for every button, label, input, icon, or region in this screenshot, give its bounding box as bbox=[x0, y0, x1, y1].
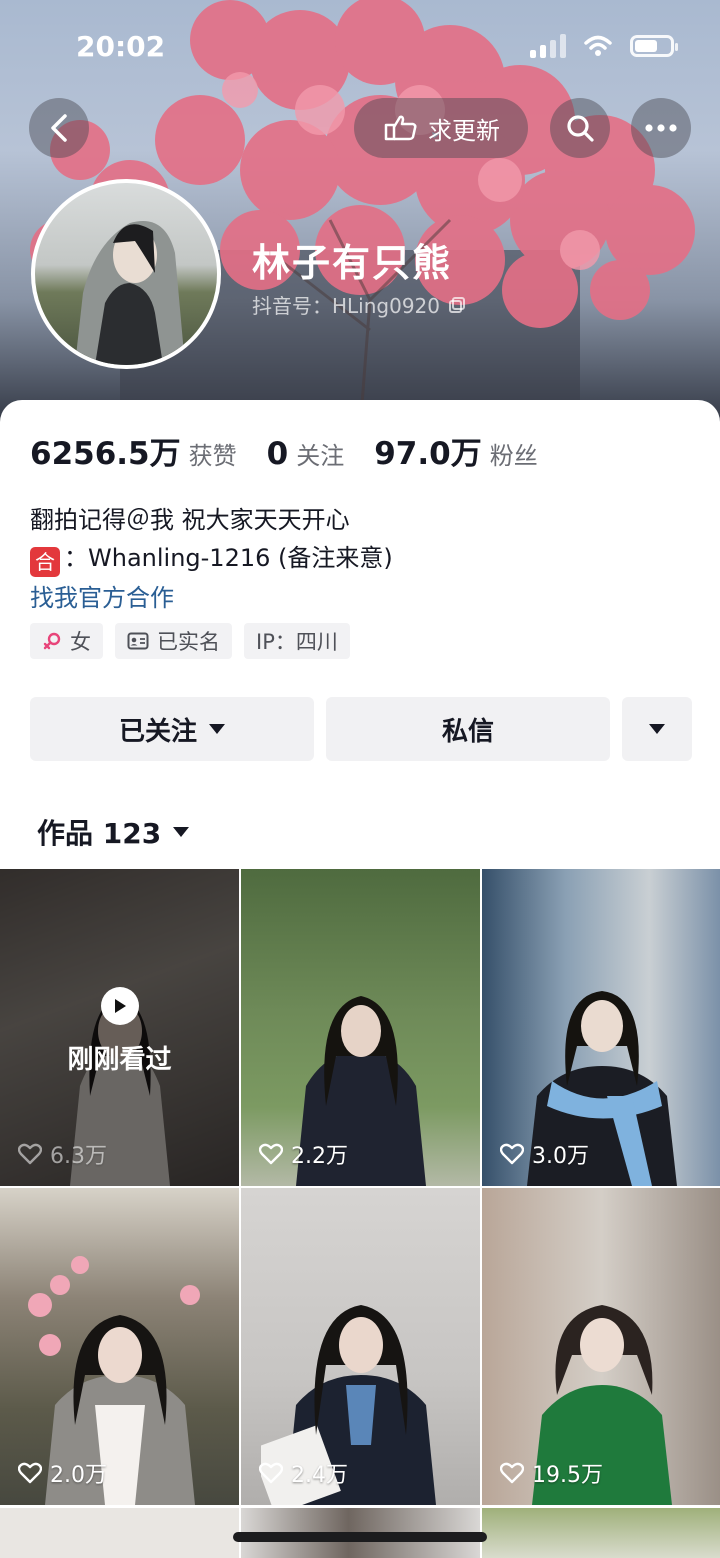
avatar-photo bbox=[75, 221, 185, 365]
request-update-button[interactable]: 求更新 bbox=[354, 98, 528, 158]
douyin-id[interactable]: 抖音号：HLing0920 bbox=[252, 290, 466, 319]
following-count[interactable]: 0 bbox=[267, 436, 289, 472]
watched-label: 刚刚看过 bbox=[67, 1045, 172, 1075]
verified-tag: 已实名 bbox=[115, 623, 232, 659]
like-count-text: 2.2万 bbox=[291, 1144, 348, 1169]
search-button[interactable] bbox=[550, 98, 610, 158]
watched-indicator: 刚刚看过 bbox=[0, 987, 239, 1076]
works-label: 作品 123 bbox=[37, 817, 162, 850]
avatar[interactable] bbox=[31, 179, 221, 369]
likes-label: 获赞 bbox=[188, 442, 237, 470]
followed-label: 已关注 bbox=[118, 716, 197, 747]
play-icon bbox=[100, 987, 139, 1025]
heart-icon bbox=[259, 1462, 283, 1484]
ip-tag: IP：四川 bbox=[244, 623, 350, 659]
status-icons bbox=[530, 34, 678, 58]
video-tile[interactable] bbox=[0, 1508, 239, 1558]
more-dots-icon bbox=[645, 124, 677, 132]
like-count: 19.5万 bbox=[500, 1457, 603, 1489]
search-icon bbox=[567, 115, 594, 142]
video-tile[interactable]: 2.0万 bbox=[0, 1188, 239, 1505]
gender-text: 女 bbox=[70, 630, 91, 654]
video-tile[interactable]: 2.2万 bbox=[241, 869, 480, 1186]
chevron-left-icon bbox=[51, 114, 67, 142]
heart-icon bbox=[500, 1462, 524, 1484]
like-count-text: 2.0万 bbox=[50, 1463, 107, 1488]
battery-icon bbox=[630, 35, 678, 57]
video-tile[interactable]: 3.0万 bbox=[482, 869, 720, 1186]
like-count: 2.2万 bbox=[259, 1138, 348, 1170]
video-tile[interactable]: 2.4万 bbox=[241, 1188, 480, 1505]
like-count: 2.4万 bbox=[259, 1457, 348, 1489]
douyin-id-text: 抖音号：HLing0920 bbox=[252, 294, 441, 318]
gender-tag: 女 bbox=[30, 623, 103, 659]
video-tile[interactable]: 刚刚看过 6.3万 bbox=[0, 869, 239, 1186]
he-badge: 合 bbox=[30, 547, 60, 577]
back-button[interactable] bbox=[29, 98, 89, 158]
like-count-text: 3.0万 bbox=[532, 1144, 589, 1169]
like-count: 2.0万 bbox=[18, 1457, 107, 1489]
like-count: 6.3万 bbox=[18, 1138, 107, 1170]
like-count-text: 6.3万 bbox=[50, 1144, 107, 1169]
home-indicator[interactable] bbox=[233, 1532, 487, 1542]
stats-row: 6256.5万 获赞 0 关注 97.0万 粉丝 bbox=[30, 428, 568, 473]
wifi-icon bbox=[584, 35, 612, 56]
followed-button[interactable]: 已关注 bbox=[30, 697, 314, 761]
copy-icon[interactable] bbox=[448, 296, 466, 314]
bio-line-2: 合：Whanling-1216 (备注来意) bbox=[30, 538, 393, 577]
more-button[interactable] bbox=[631, 98, 691, 158]
followers-count[interactable]: 97.0万 bbox=[374, 428, 482, 473]
official-cooperation-link[interactable]: 找我官方合作 bbox=[30, 578, 174, 613]
message-label: 私信 bbox=[441, 716, 494, 747]
hand-pointing-icon bbox=[384, 115, 417, 141]
heart-icon bbox=[500, 1143, 524, 1165]
profile-tags: 女 已实名 IP：四川 bbox=[30, 623, 350, 659]
following-label: 关注 bbox=[296, 442, 345, 470]
like-count: 3.0万 bbox=[500, 1138, 589, 1170]
video-grid: 刚刚看过 6.3万 2.2万 3.0万 2.0万 2.4万 19.5万 bbox=[0, 869, 720, 1505]
id-card-icon bbox=[127, 632, 149, 650]
caret-down-icon bbox=[209, 724, 225, 734]
request-update-label: 求更新 bbox=[428, 116, 500, 145]
signal-icon bbox=[530, 34, 566, 58]
message-button[interactable]: 私信 bbox=[326, 697, 610, 761]
ip-text: IP：四川 bbox=[256, 630, 338, 654]
verified-text: 已实名 bbox=[157, 630, 220, 654]
followers-label: 粉丝 bbox=[489, 442, 538, 470]
caret-down-icon bbox=[173, 827, 190, 837]
bio-line-2-text: ：Whanling-1216 (备注来意) bbox=[64, 544, 393, 572]
action-buttons: 已关注 私信 bbox=[30, 697, 692, 761]
heart-icon bbox=[18, 1143, 42, 1165]
more-recommend-button[interactable] bbox=[622, 697, 692, 761]
works-tab[interactable]: 作品 123 bbox=[37, 812, 190, 852]
video-tile[interactable] bbox=[482, 1508, 720, 1558]
video-tile[interactable]: 19.5万 bbox=[482, 1188, 720, 1505]
caret-down-icon bbox=[649, 724, 665, 734]
like-count-text: 19.5万 bbox=[532, 1463, 603, 1488]
like-count-text: 2.4万 bbox=[291, 1463, 348, 1488]
nickname: 林子有只熊 bbox=[252, 241, 453, 285]
likes-count[interactable]: 6256.5万 bbox=[30, 428, 181, 473]
heart-icon bbox=[18, 1462, 42, 1484]
female-icon bbox=[43, 632, 61, 650]
status-time: 20:02 bbox=[76, 30, 166, 63]
heart-icon bbox=[259, 1143, 283, 1165]
bio-line-1: 翻拍记得＠我 祝大家天天开心 bbox=[30, 506, 350, 534]
